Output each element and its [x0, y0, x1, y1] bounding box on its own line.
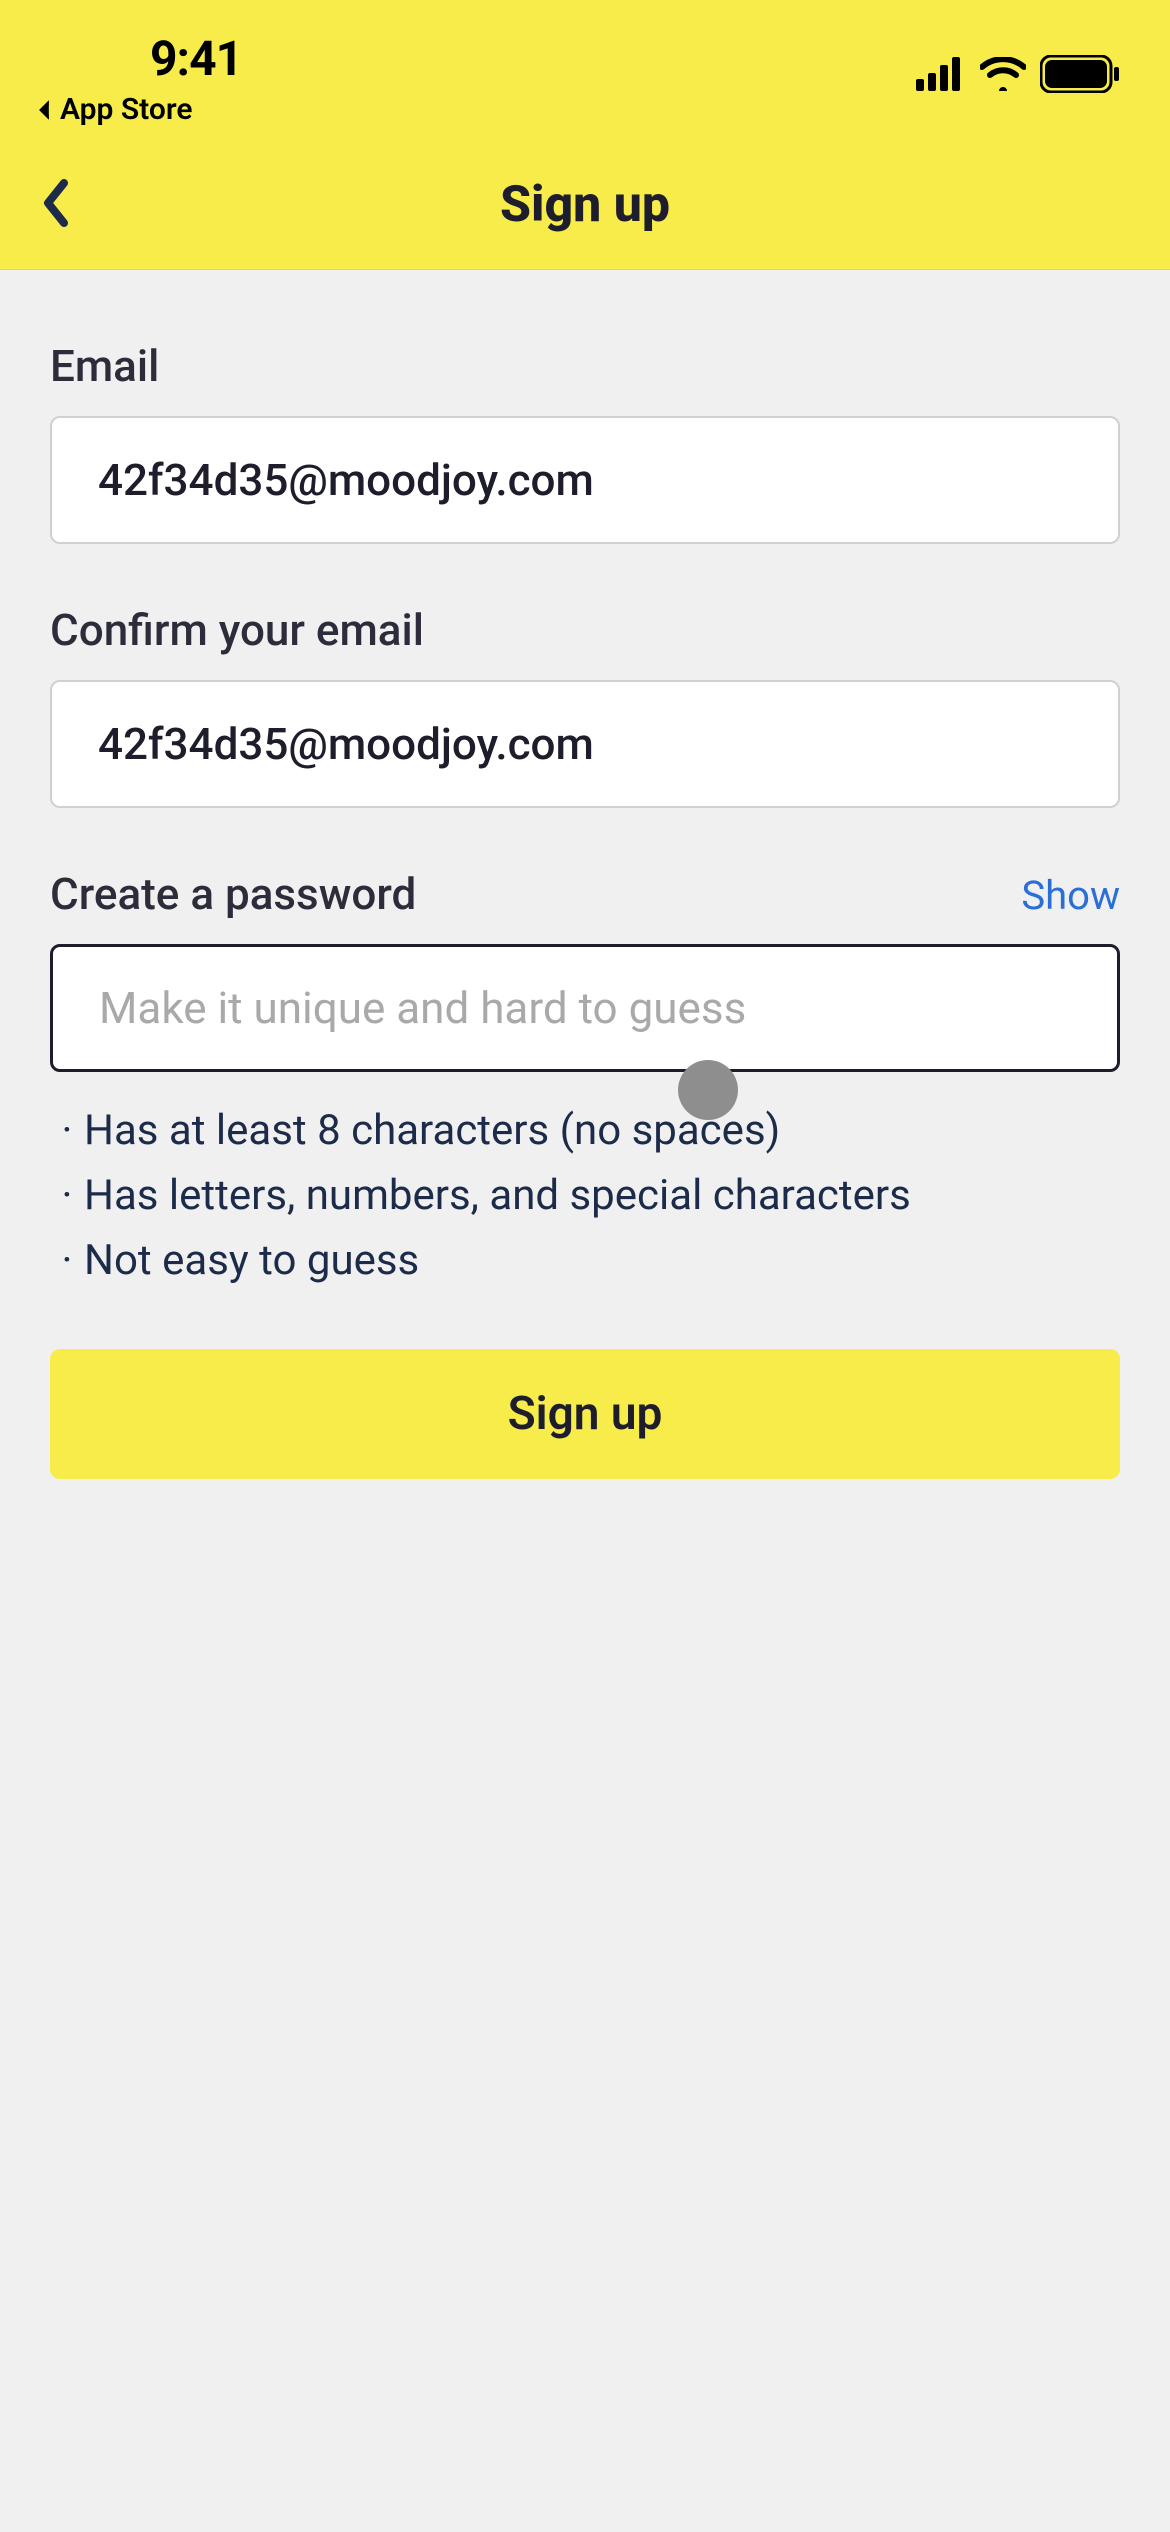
password-field-group: Create a password Show	[50, 868, 1120, 1072]
confirm-email-field-group: Confirm your email	[50, 604, 1120, 808]
battery-icon	[1040, 55, 1120, 93]
show-password-link[interactable]: Show	[1021, 872, 1120, 919]
page-header: Sign up	[0, 140, 1170, 270]
page-title: Sign up	[500, 176, 670, 234]
status-time: 9:41	[150, 30, 242, 87]
email-input[interactable]	[50, 416, 1120, 544]
password-input[interactable]	[50, 944, 1120, 1072]
password-requirement-item: ·Not easy to guess	[50, 1228, 1120, 1293]
password-label: Create a password	[50, 868, 416, 920]
email-label: Email	[50, 340, 159, 392]
password-requirements: ·Has at least 8 characters (no spaces) ·…	[50, 1098, 1120, 1293]
appstore-back-link[interactable]: App Store	[36, 92, 193, 127]
confirm-email-input[interactable]	[50, 680, 1120, 808]
password-requirement-item: ·Has letters, numbers, and special chara…	[50, 1163, 1120, 1228]
signup-button[interactable]: Sign up	[50, 1349, 1120, 1479]
status-icons	[916, 0, 1120, 93]
status-bar: 9:41 App Store	[0, 0, 1170, 140]
password-requirement-item: ·Has at least 8 characters (no spaces)	[50, 1098, 1120, 1163]
appstore-back-icon	[36, 98, 52, 122]
appstore-back-label: App Store	[60, 92, 193, 127]
email-field-group: Email	[50, 340, 1120, 544]
signal-icon	[916, 57, 966, 91]
back-button[interactable]	[42, 179, 70, 231]
confirm-email-label: Confirm your email	[50, 604, 424, 656]
signup-form: Email Confirm your email Create a passwo…	[0, 270, 1170, 1479]
wifi-icon	[980, 57, 1026, 91]
chevron-left-icon	[42, 179, 70, 227]
